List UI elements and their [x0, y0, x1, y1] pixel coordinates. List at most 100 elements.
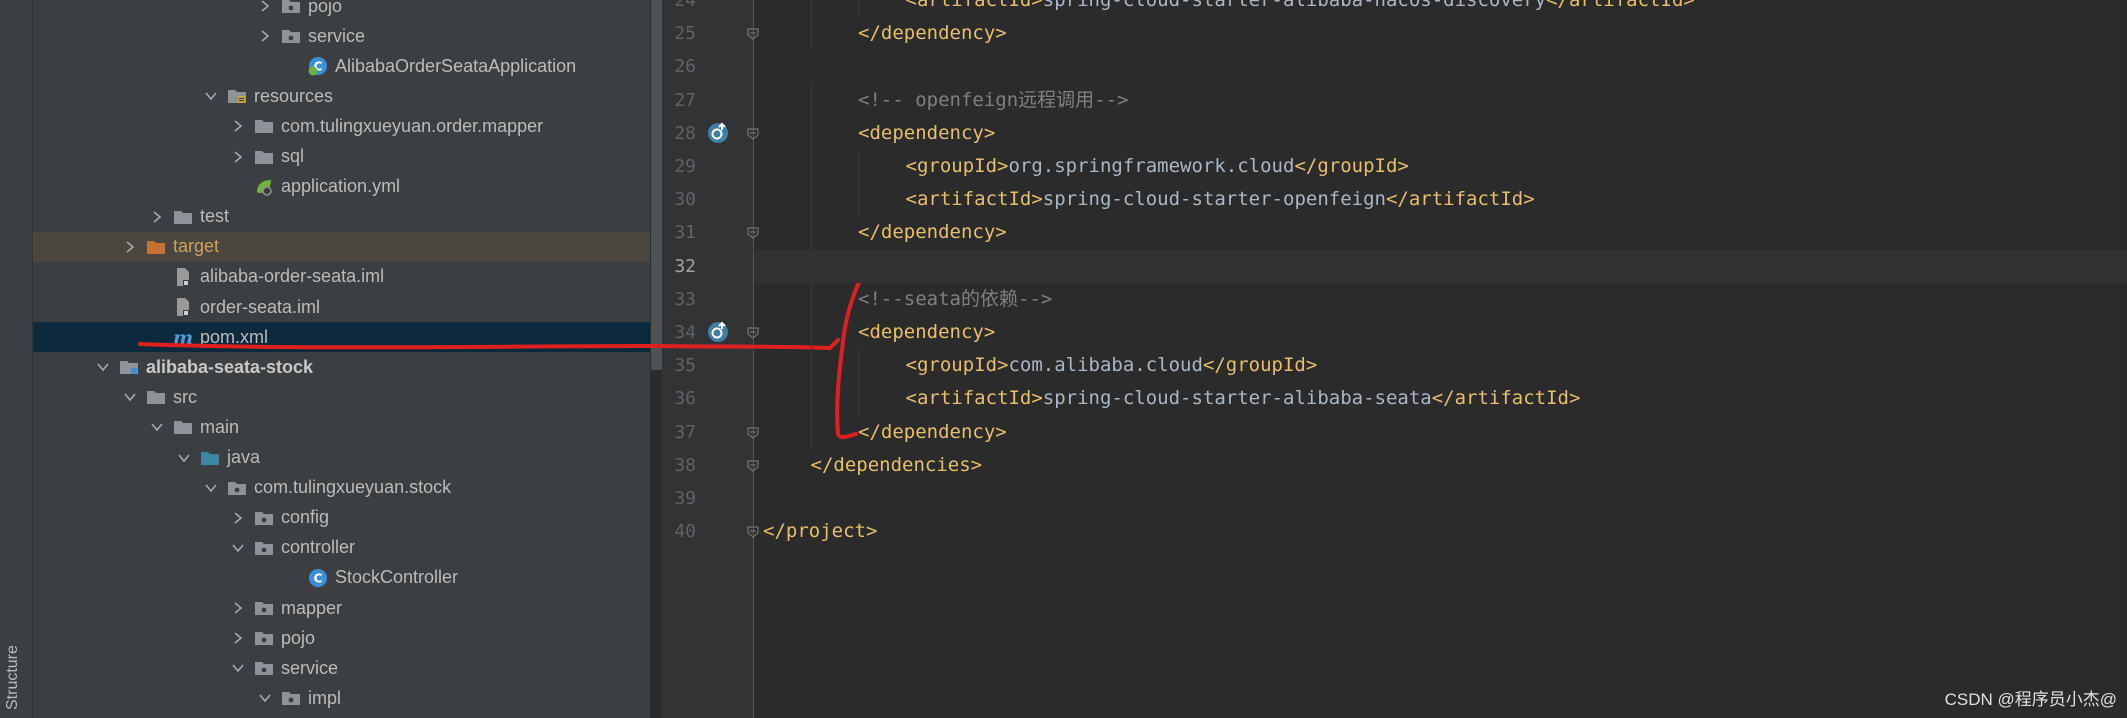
fold-marker-icon[interactable]: [746, 27, 760, 41]
line-number: 34: [674, 322, 696, 343]
module-folder-icon: [118, 356, 140, 378]
line-number: 24: [674, 0, 696, 11]
xml-text: com.alibaba.cloud: [1008, 354, 1203, 377]
tree-item-controller[interactable]: controller: [33, 533, 650, 563]
chevron-down-icon[interactable]: [148, 412, 166, 442]
code-line[interactable]: </dependency>: [858, 17, 1007, 50]
chevron-right-icon[interactable]: [229, 111, 247, 141]
tree-item-config[interactable]: config: [33, 503, 650, 533]
indent-guide: [810, 415, 812, 449]
tree-item-service[interactable]: service: [33, 21, 650, 51]
tree-item-alibaba-seata-stock[interactable]: alibaba-seata-stock: [33, 352, 650, 382]
code-line[interactable]: <dependency>: [858, 316, 995, 349]
line-number: 38: [674, 454, 696, 476]
tree-item-service[interactable]: service: [33, 653, 650, 683]
maven-dependency-gutter-icon[interactable]: [706, 320, 730, 344]
chevron-down-icon[interactable]: [202, 473, 220, 503]
indent-guide: [810, 183, 812, 217]
chevron-down-icon[interactable]: [202, 81, 220, 111]
chevron-down-icon[interactable]: [94, 352, 112, 382]
chevron-right-icon[interactable]: [229, 142, 247, 172]
current-line-highlight: [754, 249, 2127, 283]
svg-text:C: C: [314, 571, 323, 585]
chevron-down-icon[interactable]: [175, 443, 193, 473]
tree-item-sql[interactable]: sql: [33, 142, 650, 172]
indent-guide: [810, 83, 812, 117]
tree-item-alibabaorderseataapplication[interactable]: C AlibabaOrderSeataApplication: [33, 51, 650, 81]
xml-tag: </project>: [763, 520, 878, 543]
fold-marker-icon[interactable]: [746, 426, 760, 440]
fold-marker-icon[interactable]: [746, 226, 760, 240]
chevron-right-icon[interactable]: [229, 623, 247, 653]
xml-text: spring-cloud-starter-openfeign: [1042, 188, 1386, 211]
code-line[interactable]: <artifactId>spring-cloud-starter-alibaba…: [906, 382, 1581, 415]
tree-item-application-yml[interactable]: application.yml: [33, 172, 650, 202]
code-line[interactable]: </dependency>: [858, 216, 1007, 249]
tree-item-java[interactable]: java: [33, 443, 650, 473]
project-tree: pojo service C AlibabaOrderSeataApplication…: [33, 0, 650, 718]
chevron-right-icon[interactable]: [256, 0, 274, 21]
xml-tag: <groupId>: [905, 354, 1009, 377]
line-number: 25: [674, 23, 696, 45]
indent-guide: [858, 382, 859, 416]
class-file-icon: C: [307, 567, 329, 589]
tree-item-label: service: [281, 657, 339, 678]
chevron-right-icon[interactable]: [256, 21, 274, 51]
chevron-right-icon[interactable]: [229, 503, 247, 533]
folder-icon: [253, 146, 275, 168]
chevron-down-icon[interactable]: [256, 683, 274, 713]
tree-item-stockcontroller[interactable]: C StockController: [33, 563, 650, 593]
tree-item-test[interactable]: test: [33, 202, 650, 232]
chevron-down-icon[interactable]: [229, 653, 247, 683]
code-line[interactable]: <artifactId>spring-cloud-starter-openfei…: [906, 183, 1535, 216]
folder-icon: [145, 386, 167, 408]
tree-item-target[interactable]: target: [33, 231, 650, 262]
package-folder-icon: [280, 687, 302, 709]
line-number: 35: [674, 355, 696, 377]
line-number: 40: [674, 521, 696, 543]
maven-dependency-gutter-icon[interactable]: [706, 121, 730, 145]
tree-item-pom-xml[interactable]: m pom.xml: [33, 322, 650, 353]
structure-tab[interactable]: Structure: [4, 645, 22, 710]
tree-item-com-tulingxueyuan-stock[interactable]: com.tulingxueyuan.stock: [33, 473, 650, 503]
fold-marker-icon[interactable]: [746, 326, 760, 340]
fold-marker-icon[interactable]: [746, 127, 760, 141]
line-number: 39: [674, 488, 696, 509]
tree-item-pojo[interactable]: pojo: [33, 623, 650, 653]
xml-tag: <dependency>: [858, 321, 996, 343]
code-line[interactable]: </project>: [763, 515, 877, 548]
code-line[interactable]: <!--seata的依赖-->: [858, 283, 1052, 316]
chevron-right-icon[interactable]: [229, 593, 247, 623]
line-number: 31: [674, 222, 696, 244]
code-line[interactable]: <dependency>: [858, 117, 995, 150]
code-line[interactable]: <artifactId>spring-cloud-starter-alibaba…: [906, 0, 1695, 17]
tree-item-resources[interactable]: resources: [33, 81, 650, 111]
chevron-right-icon[interactable]: [148, 202, 166, 232]
tree-item-label: main: [200, 416, 240, 437]
code-line[interactable]: <!-- openfeign远程调用-->: [858, 84, 1128, 117]
tree-item-com-tulingxueyuan-order-mapper[interactable]: com.tulingxueyuan.order.mapper: [33, 111, 650, 141]
tree-item-mapper[interactable]: mapper: [33, 593, 650, 623]
package-folder-icon: [253, 657, 275, 679]
code-line[interactable]: <groupId>com.alibaba.cloud</groupId>: [906, 349, 1318, 382]
code-line[interactable]: </dependencies>: [811, 449, 983, 482]
fold-marker-icon[interactable]: [746, 459, 760, 473]
tree-item-label: mapper: [281, 597, 343, 618]
package-folder-icon: [253, 537, 275, 559]
chevron-down-icon[interactable]: [229, 533, 247, 563]
tree-item-alibaba-order-seata-iml[interactable]: alibaba-order-seata.iml: [33, 262, 650, 292]
chevron-down-icon[interactable]: [121, 382, 139, 412]
xml-tag: </dependencies>: [810, 453, 983, 476]
tree-item-main[interactable]: main: [33, 412, 650, 442]
line-number: 32: [674, 255, 696, 277]
chevron-right-icon[interactable]: [121, 232, 139, 262]
tree-item-pojo[interactable]: pojo: [33, 0, 650, 21]
fold-marker-icon[interactable]: [746, 525, 760, 539]
tree-item-src[interactable]: src: [33, 382, 650, 412]
tree-item-order-seata-iml[interactable]: order-seata.iml: [33, 292, 650, 322]
code-line[interactable]: </dependency>: [858, 416, 1007, 449]
tree-item-impl[interactable]: impl: [33, 683, 650, 713]
tree-item-label: order-seata.iml: [200, 296, 321, 317]
indent-guide: [810, 282, 812, 316]
code-line[interactable]: <groupId>org.springframework.cloud</grou…: [906, 150, 1409, 183]
